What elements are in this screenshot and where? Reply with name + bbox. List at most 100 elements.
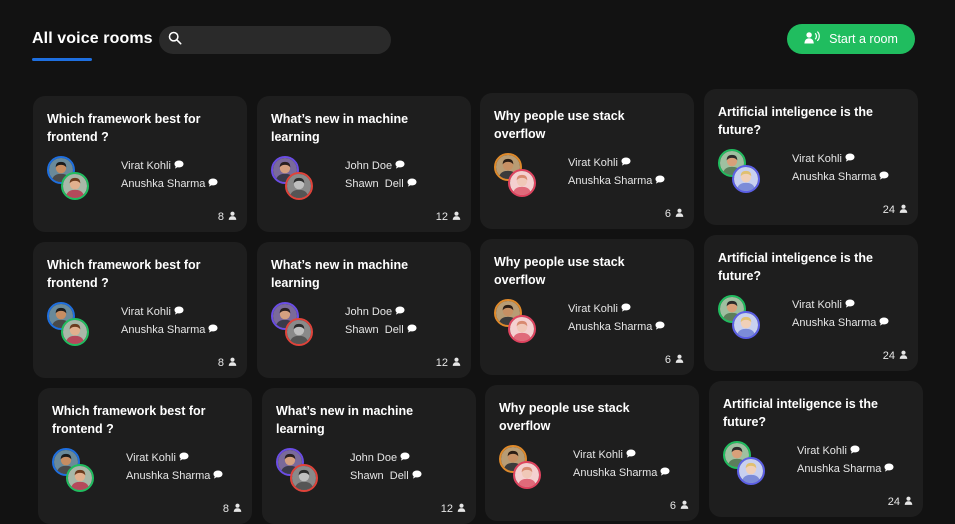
chat-bubble-icon	[842, 296, 855, 314]
speaker-list: Virat Kohli Anushka Sharma	[792, 296, 889, 332]
speaker-avatars	[271, 302, 317, 348]
chat-bubble-icon	[618, 154, 631, 172]
speaker-name: John Doe	[350, 452, 398, 464]
speaker-row: John Doe	[345, 157, 417, 175]
speaker-row: Virat Kohli	[121, 157, 218, 175]
chat-bubble-icon	[652, 318, 665, 336]
room-title: What’s new in machine learning	[276, 404, 414, 436]
chat-bubble-icon	[842, 150, 855, 168]
avatar	[737, 457, 765, 485]
speaker-row: Virat Kohli	[573, 446, 670, 464]
speaker-list: Virat Kohli Anushka Sharma	[568, 300, 665, 336]
avatar	[732, 311, 760, 339]
speaker-avatars	[47, 302, 93, 348]
speaker-name: John Doe	[345, 160, 393, 172]
listener-count: 8	[218, 357, 237, 369]
avatar	[285, 172, 313, 200]
room-title: Which framework best for frontend ?	[47, 112, 201, 144]
chat-bubble-icon	[876, 314, 889, 332]
room-card[interactable]: Which framework best for frontend ? Virat…	[38, 388, 252, 524]
room-card[interactable]: Artificial inteligence is the future? Vir…	[704, 89, 918, 225]
listener-count: 24	[883, 204, 908, 216]
speaker-name: Virat Kohli	[792, 153, 842, 165]
chat-bubble-icon	[176, 449, 189, 467]
user-icon	[895, 350, 908, 362]
speaker-row: Virat Kohli	[121, 303, 218, 321]
speaker-name: Anushka Sharma	[126, 470, 211, 482]
listener-count: 8	[218, 211, 237, 223]
chat-bubble-icon	[876, 168, 889, 186]
start-room-button[interactable]: Start a room	[787, 24, 915, 54]
room-card[interactable]: Why people use stack overflow Virat Kohli…	[480, 239, 694, 375]
room-card[interactable]: Which framework best for frontend ? Virat…	[33, 242, 247, 378]
listener-count: 6	[665, 354, 684, 366]
user-icon	[448, 211, 461, 223]
chat-bubble-icon	[171, 303, 184, 321]
room-card[interactable]: Why people use stack overflow Virat Kohli…	[485, 385, 699, 521]
room-card[interactable]: What’s new in machine learning John Doe Sh…	[257, 96, 471, 232]
speaker-avatars	[718, 149, 764, 195]
speaker-name: Virat Kohli	[568, 303, 618, 315]
speaker-name: Anushka Sharma	[121, 178, 206, 190]
room-card[interactable]: What’s new in machine learning John Doe Sh…	[262, 388, 476, 524]
speaker-row: Virat Kohli	[568, 154, 665, 172]
search-bar[interactable]	[159, 26, 391, 54]
chat-bubble-icon	[171, 157, 184, 175]
listener-count-value: 12	[435, 357, 448, 369]
listener-count: 12	[436, 211, 461, 223]
room-title: Artificial inteligence is the future?	[718, 105, 873, 137]
speaker-name: Anushka Sharma	[568, 321, 653, 333]
speaker-avatars	[52, 448, 98, 494]
speaker-row: Virat Kohli	[568, 300, 665, 318]
speaker-list: Virat Kohli Anushka Sharma	[126, 449, 223, 485]
avatar	[66, 464, 94, 492]
avatar	[61, 318, 89, 346]
speaker-avatars	[718, 295, 764, 341]
room-title: Which framework best for frontend ?	[52, 404, 206, 436]
top-bar: All voice rooms Start a room	[0, 0, 955, 80]
room-card[interactable]: What’s new in machine learning John Doe Sh…	[257, 242, 471, 378]
speaker-list: Virat Kohli Anushka Sharma	[792, 150, 889, 186]
listener-count: 24	[883, 350, 908, 362]
speaker-name: Shawn Dell	[350, 470, 409, 482]
speaker-name: Anushka Sharma	[121, 324, 206, 336]
search-input[interactable]	[190, 33, 380, 47]
speaker-row: Shawn Dell	[350, 467, 422, 485]
speaker-name: Shawn Dell	[345, 324, 404, 336]
chat-bubble-icon	[404, 175, 417, 193]
user-icon	[453, 503, 466, 515]
room-card[interactable]: Which framework best for frontend ? Virat…	[33, 96, 247, 232]
user-icon	[448, 357, 461, 369]
speaker-name: Anushka Sharma	[797, 463, 882, 475]
user-icon	[671, 354, 684, 366]
chat-bubble-icon	[657, 464, 670, 482]
user-icon	[671, 208, 684, 220]
chat-bubble-icon	[623, 446, 636, 464]
speaker-name: Shawn Dell	[345, 178, 404, 190]
speaker-row: Anushka Sharma	[568, 172, 665, 190]
chat-bubble-icon	[392, 303, 405, 321]
avatar	[508, 169, 536, 197]
speaker-avatars	[271, 156, 317, 202]
speaker-row: Virat Kohli	[797, 442, 894, 460]
speaker-list: Virat Kohli Anushka Sharma	[797, 442, 894, 478]
room-title: Why people use stack overflow	[494, 109, 625, 141]
active-tab-indicator	[32, 58, 92, 61]
speaker-avatars	[494, 153, 540, 199]
speaker-list: John Doe Shawn Dell	[345, 303, 417, 339]
room-title: Artificial inteligence is the future?	[723, 397, 878, 429]
room-card[interactable]: Why people use stack overflow Virat Kohli…	[480, 93, 694, 229]
speaker-row: John Doe	[350, 449, 422, 467]
avatar	[508, 315, 536, 343]
room-card[interactable]: Artificial inteligence is the future? Vir…	[704, 235, 918, 371]
speaker-name: Anushka Sharma	[792, 317, 877, 329]
room-card[interactable]: Artificial inteligence is the future? Vir…	[709, 381, 923, 517]
speaker-name: Virat Kohli	[792, 299, 842, 311]
chat-bubble-icon	[409, 467, 422, 485]
speaker-avatars	[494, 299, 540, 345]
speaker-row: Anushka Sharma	[121, 321, 218, 339]
user-icon	[895, 204, 908, 216]
user-icon	[224, 357, 237, 369]
page-title[interactable]: All voice rooms	[32, 30, 153, 48]
speaker-name: Virat Kohli	[121, 306, 171, 318]
